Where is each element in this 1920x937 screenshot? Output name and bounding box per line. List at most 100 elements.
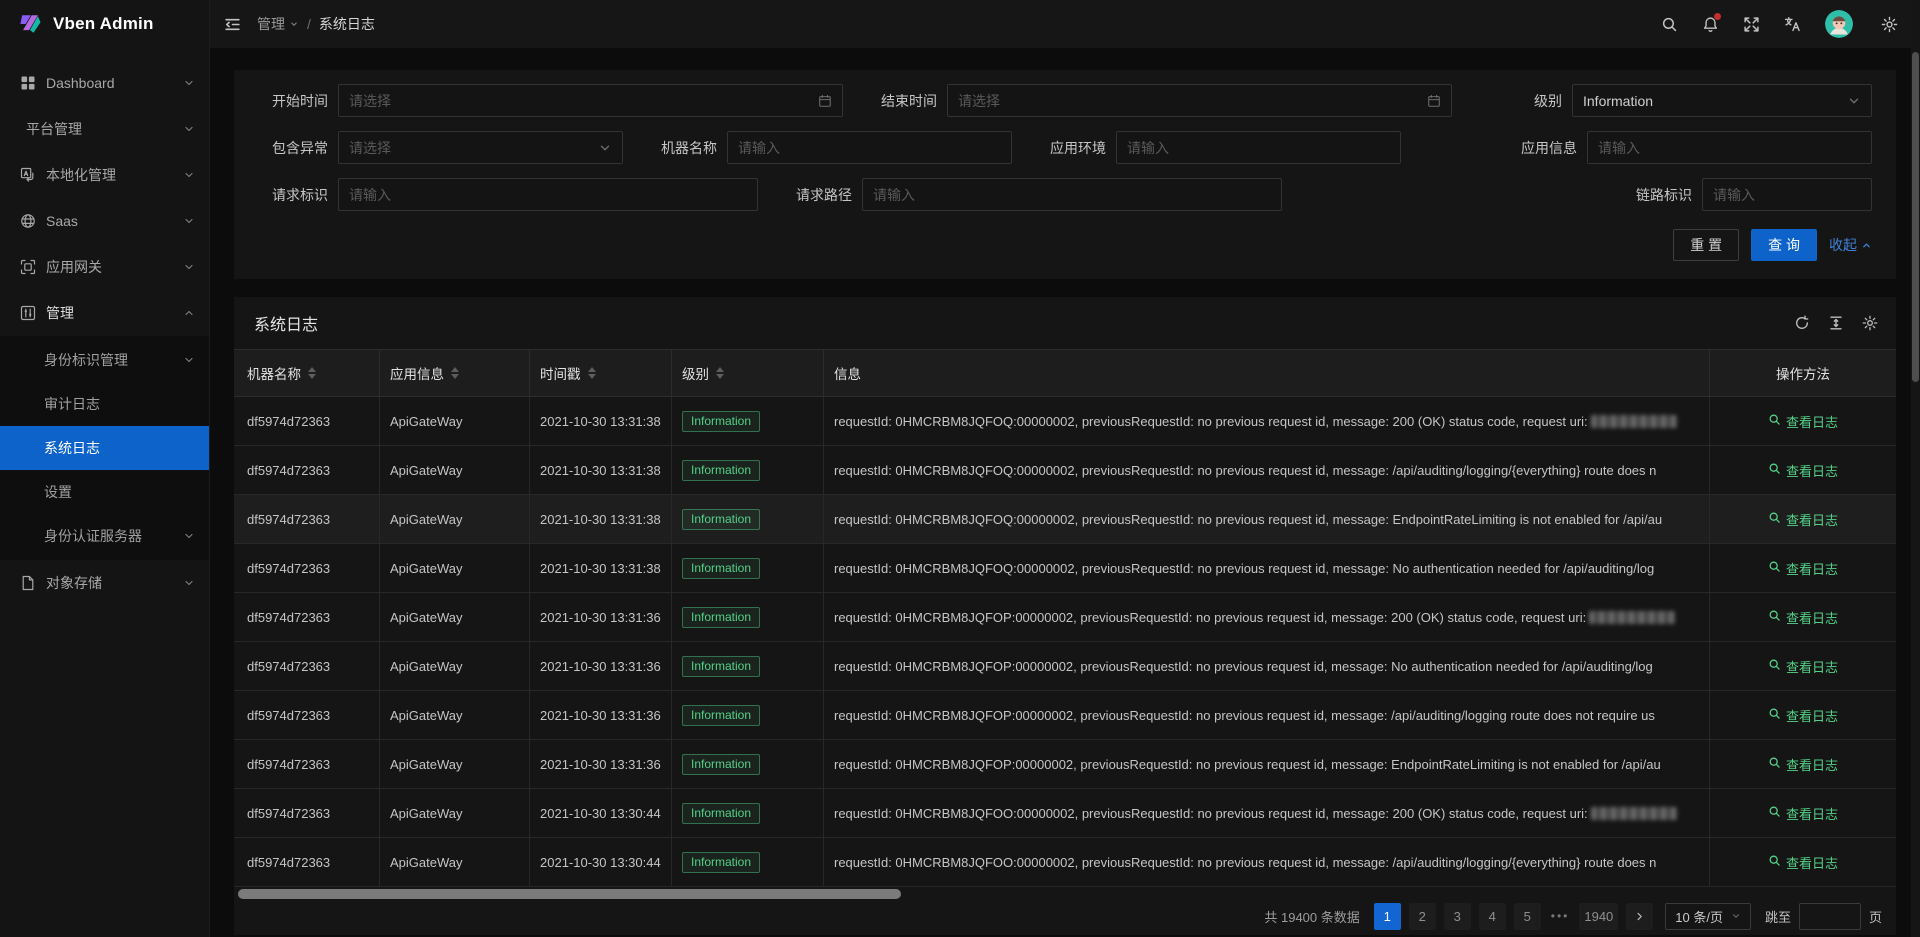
start-time-datepicker[interactable] <box>338 84 843 117</box>
column-header-level[interactable]: 级别 <box>672 350 824 396</box>
search-button[interactable]: 查 询 <box>1751 229 1817 261</box>
sort-carets-icon[interactable] <box>308 367 316 379</box>
message-text: requestId: 0HMCRBM8JQFOP:00000002, previ… <box>834 757 1661 772</box>
magnifier-icon <box>1768 413 1781 429</box>
column-header-timestamp[interactable]: 时间戳 <box>530 350 672 396</box>
column-settings-icon[interactable] <box>1862 315 1878 331</box>
sort-ascend-icon <box>588 367 596 372</box>
sidebar-item-gateway[interactable]: 应用网关 <box>0 244 209 290</box>
page-button-4[interactable]: 4 <box>1479 903 1506 930</box>
level-badge: Information <box>682 803 760 824</box>
chevron-up-icon <box>1861 240 1872 251</box>
sidebar-item-manage[interactable]: 管理 <box>0 290 209 336</box>
logo[interactable]: Vben Admin <box>0 0 209 48</box>
sort-ascend-icon <box>716 367 724 372</box>
view-log-link[interactable]: 查看日志 <box>1768 412 1838 431</box>
translate-icon[interactable] <box>1784 16 1801 33</box>
sidebar-item-object-storage[interactable]: 对象存储 <box>0 560 209 606</box>
cell-message: requestId: 0HMCRBM8JQFOP:00000002, previ… <box>824 593 1710 641</box>
page-button-5[interactable]: 5 <box>1514 903 1541 930</box>
notification-bell-icon[interactable] <box>1702 16 1719 33</box>
row-height-icon[interactable] <box>1828 315 1844 331</box>
end-time-field[interactable] <box>958 93 1419 109</box>
table-row: df5974d72363ApiGateWay2021-10-30 13:31:3… <box>234 446 1896 495</box>
breadcrumb-parent[interactable]: 管理 <box>257 14 299 34</box>
filter-label-trace-id: 链路标识 <box>1622 185 1702 205</box>
settings-gear-icon[interactable] <box>1881 16 1898 33</box>
view-log-link[interactable]: 查看日志 <box>1768 853 1838 872</box>
sidebar-item-system-log[interactable]: 系统日志 <box>0 426 209 470</box>
cell-message: requestId: 0HMCRBM8JQFOQ:00000002, previ… <box>824 495 1710 543</box>
request-path-field[interactable] <box>873 187 1271 203</box>
request-id-field[interactable] <box>349 187 747 203</box>
request-path-input[interactable] <box>862 178 1282 211</box>
sort-carets-icon[interactable] <box>716 367 724 379</box>
page-size-select[interactable]: 10 条/页 <box>1665 903 1751 930</box>
app-env-field[interactable] <box>1127 140 1390 156</box>
fullscreen-icon[interactable] <box>1743 16 1760 33</box>
sort-carets-icon[interactable] <box>588 367 596 379</box>
cell-machine-name: df5974d72363 <box>234 495 380 543</box>
machine-name-input[interactable] <box>727 131 1012 164</box>
sidebar-item-saas[interactable]: Saas <box>0 198 209 244</box>
page-button-last[interactable]: 1940 <box>1579 903 1618 930</box>
cell-actions: 查看日志 <box>1710 495 1896 543</box>
view-log-label: 查看日志 <box>1786 804 1838 823</box>
pagination-ellipsis[interactable]: ••• <box>1549 909 1572 923</box>
level-select[interactable]: Information <box>1572 84 1872 117</box>
page-button-3[interactable]: 3 <box>1444 903 1471 930</box>
sidebar-item-settings[interactable]: 设置 <box>0 470 209 514</box>
menu-fold-icon[interactable] <box>224 16 241 33</box>
refresh-icon[interactable] <box>1794 315 1810 331</box>
sort-carets-icon[interactable] <box>451 367 459 379</box>
user-avatar[interactable] <box>1825 10 1853 38</box>
horizontal-scrollbar-thumb[interactable] <box>238 889 901 899</box>
collapse-link[interactable]: 收起 <box>1829 235 1872 255</box>
view-log-link[interactable]: 查看日志 <box>1768 755 1838 774</box>
app-info-field[interactable] <box>1598 140 1861 156</box>
column-label: 应用信息 <box>390 363 444 383</box>
view-log-label: 查看日志 <box>1786 853 1838 872</box>
message-text: requestId: 0HMCRBM8JQFOO:00000002, previ… <box>834 855 1656 870</box>
magnifier-icon <box>1768 805 1781 821</box>
page-button-2[interactable]: 2 <box>1409 903 1436 930</box>
sidebar-item-localization[interactable]: 本地化管理 <box>0 152 209 198</box>
sidebar-item-platform[interactable]: 平台管理 <box>0 106 209 152</box>
reset-button[interactable]: 重 置 <box>1673 229 1739 261</box>
sidebar-item-auth-server[interactable]: 身份认证服务器 <box>0 514 209 558</box>
view-log-link[interactable]: 查看日志 <box>1768 804 1838 823</box>
view-log-link[interactable]: 查看日志 <box>1768 706 1838 725</box>
view-log-link[interactable]: 查看日志 <box>1768 461 1838 480</box>
vertical-scrollbar-thumb[interactable] <box>1912 52 1919 382</box>
end-time-datepicker[interactable] <box>947 84 1452 117</box>
request-id-input[interactable] <box>338 178 758 211</box>
sidebar-item-dashboard[interactable]: Dashboard <box>0 60 209 106</box>
cell-actions: 查看日志 <box>1710 397 1896 445</box>
sidebar-subitem-label: 设置 <box>44 482 195 502</box>
view-log-link[interactable]: 查看日志 <box>1768 608 1838 627</box>
app-env-input[interactable] <box>1116 131 1401 164</box>
view-log-link[interactable]: 查看日志 <box>1768 510 1838 529</box>
column-header-app[interactable]: 应用信息 <box>380 350 530 396</box>
sidebar-item-identity-management[interactable]: 身份标识管理 <box>0 338 209 382</box>
next-page-button[interactable] <box>1626 903 1653 930</box>
page-button-1[interactable]: 1 <box>1374 903 1401 930</box>
machine-name-field[interactable] <box>738 140 1001 156</box>
column-header-machine[interactable]: 机器名称 <box>234 350 380 396</box>
jump-page-input[interactable] <box>1799 903 1861 930</box>
cell-level: Information <box>672 691 824 739</box>
view-log-link[interactable]: 查看日志 <box>1768 559 1838 578</box>
view-log-label: 查看日志 <box>1786 461 1838 480</box>
view-log-link[interactable]: 查看日志 <box>1768 657 1838 676</box>
start-time-field[interactable] <box>349 93 810 109</box>
app-info-input[interactable] <box>1587 131 1872 164</box>
has-exception-select[interactable]: 请选择 <box>338 131 623 164</box>
cell-machine-name: df5974d72363 <box>234 642 380 690</box>
trace-id-field[interactable] <box>1713 187 1861 203</box>
page-size-value: 10 条/页 <box>1675 907 1723 926</box>
sidebar-item-audit-log[interactable]: 审计日志 <box>0 382 209 426</box>
column-label: 时间戳 <box>540 363 581 383</box>
trace-id-input[interactable] <box>1702 178 1872 211</box>
dashboard-icon <box>20 75 36 91</box>
search-icon[interactable] <box>1661 16 1678 33</box>
